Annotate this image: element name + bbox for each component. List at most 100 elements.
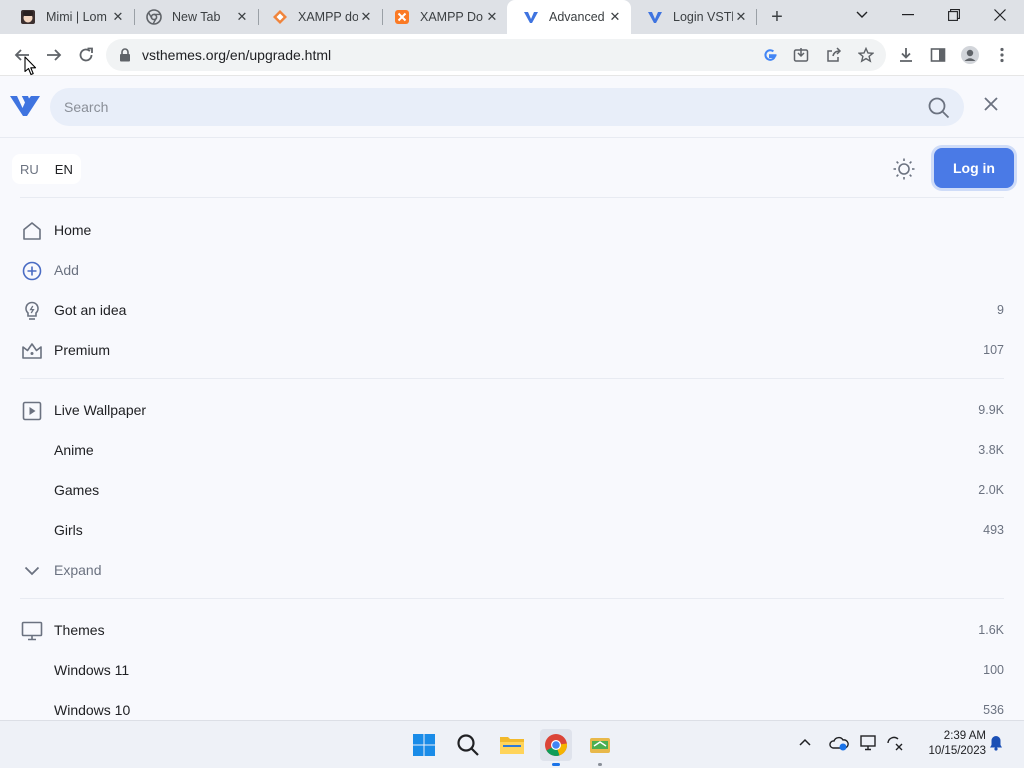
nav-count: 2.0K xyxy=(978,483,1004,497)
vsthemes-icon xyxy=(523,9,539,25)
nav-item-windows-10[interactable]: Windows 10 536 xyxy=(0,690,1024,720)
sun-icon[interactable] xyxy=(892,157,916,186)
close-icon[interactable]: ✕ xyxy=(484,9,500,25)
profile-icon xyxy=(961,46,979,64)
play-square-icon xyxy=(21,400,43,422)
mouse-cursor-icon xyxy=(24,56,38,81)
page-content: RU EN Log in Home Add Got an idea 9 Prem… xyxy=(0,76,1024,720)
language-switcher: RU EN xyxy=(12,154,81,184)
tab-new-tab[interactable]: New Tab ✕ xyxy=(130,0,258,34)
nav-item-home[interactable]: Home xyxy=(0,210,1024,250)
clock-date: 10/15/2023 xyxy=(928,745,986,757)
profile-button[interactable] xyxy=(956,41,984,69)
clock-time: 2:39 AM xyxy=(943,730,986,742)
lang-en-button[interactable]: EN xyxy=(47,162,81,177)
tab-xampp-docs-2[interactable]: XAMPP Do ✕ xyxy=(378,0,508,34)
restore-button[interactable] xyxy=(932,0,976,30)
side-panel-button[interactable] xyxy=(924,41,952,69)
nav-item-live-wallpaper[interactable]: Live Wallpaper 9.9K xyxy=(0,390,1024,430)
onedrive-icon[interactable] xyxy=(829,735,849,756)
search-bar[interactable] xyxy=(50,88,964,126)
close-icon[interactable]: ✕ xyxy=(110,9,126,25)
url-text[interactable]: vsthemes.org/en/upgrade.html xyxy=(142,47,331,63)
nav-item-girls[interactable]: Girls 493 xyxy=(0,510,1024,550)
app-taskbar-button[interactable] xyxy=(584,729,616,766)
nav-item-premium[interactable]: Premium 107 xyxy=(0,330,1024,370)
download-icon xyxy=(900,48,912,62)
nav-item-games[interactable]: Games 2.0K xyxy=(0,470,1024,510)
reload-button[interactable] xyxy=(72,41,100,69)
vsthemes-icon xyxy=(647,9,663,25)
network-icon[interactable] xyxy=(886,735,904,756)
search-icon[interactable] xyxy=(928,97,950,124)
tab-advanced[interactable]: Advanced ✕ xyxy=(507,0,631,34)
nav-item-windows-11[interactable]: Windows 11 100 xyxy=(0,650,1024,690)
reload-icon xyxy=(79,47,93,62)
system-clock[interactable]: 2:39 AM 10/15/2023 xyxy=(914,729,986,759)
nav-count: 1.6K xyxy=(978,623,1004,637)
google-lens-icon[interactable] xyxy=(756,41,784,69)
notification-bell-icon[interactable] xyxy=(989,735,1003,756)
start-button[interactable] xyxy=(408,729,440,761)
search-input[interactable] xyxy=(64,88,914,126)
close-icon[interactable]: ✕ xyxy=(607,9,623,25)
windows-taskbar: 2:39 AM 10/15/2023 xyxy=(0,720,1024,768)
xampp-diamond-icon xyxy=(272,9,288,25)
tab-title: Login VSTh xyxy=(673,10,733,24)
chrome-taskbar-button[interactable] xyxy=(540,729,572,766)
login-button[interactable]: Log in xyxy=(934,148,1014,188)
share-icon[interactable] xyxy=(820,41,848,69)
tab-login-vsthemes[interactable]: Login VSTh ✕ xyxy=(631,0,757,34)
address-bar[interactable]: vsthemes.org/en/upgrade.html xyxy=(106,39,886,71)
file-explorer-button[interactable] xyxy=(496,729,528,761)
nav-label: Live Wallpaper xyxy=(54,402,147,418)
nav-count: 493 xyxy=(983,523,1004,537)
nav-item-themes[interactable]: Themes 1.6K xyxy=(0,610,1024,650)
taskbar-search-button[interactable] xyxy=(452,729,484,761)
nav-item-anime[interactable]: Anime 3.8K xyxy=(0,430,1024,470)
close-icon[interactable]: ✕ xyxy=(358,9,374,25)
chrome-icon xyxy=(545,734,567,756)
nav-label: Games xyxy=(54,482,100,498)
lightbulb-icon xyxy=(21,300,43,322)
nav-count: 9.9K xyxy=(978,403,1004,417)
minimize-button[interactable] xyxy=(886,0,930,30)
downloads-button[interactable] xyxy=(892,41,920,69)
close-icon[interactable]: ✕ xyxy=(733,9,749,25)
forward-button[interactable] xyxy=(40,41,68,69)
running-app-indicator xyxy=(598,763,602,766)
nav-label: Girls xyxy=(54,522,83,538)
nav-item-got-an-idea[interactable]: Got an idea 9 xyxy=(0,290,1024,330)
lock-icon[interactable] xyxy=(119,48,131,67)
divider xyxy=(0,137,1024,138)
nav-label: Add xyxy=(54,262,79,278)
display-icon[interactable] xyxy=(860,735,878,756)
close-icon[interactable] xyxy=(984,97,998,116)
tab-mimi[interactable]: Mimi | Lom ✕ xyxy=(4,0,134,34)
new-tab-button[interactable]: + xyxy=(766,6,788,28)
xampp-icon xyxy=(394,9,410,25)
vsthemes-logo[interactable] xyxy=(10,94,40,123)
nav-item-add[interactable]: Add xyxy=(0,250,1024,290)
chevron-down-icon xyxy=(856,11,868,18)
nav-label: Anime xyxy=(54,442,94,458)
tab-xampp-docs-1[interactable]: XAMPP do ✕ xyxy=(256,0,382,34)
nav-label: Windows 10 xyxy=(54,702,131,718)
nav-label: Expand xyxy=(54,562,102,578)
close-window-button[interactable] xyxy=(978,0,1022,30)
menu-button[interactable] xyxy=(988,41,1016,69)
bookmark-star-icon[interactable] xyxy=(852,41,880,69)
monitor-icon xyxy=(21,620,43,642)
install-app-icon[interactable] xyxy=(787,41,815,69)
nav-count: 100 xyxy=(983,663,1004,677)
lang-ru-button[interactable]: RU xyxy=(12,162,47,177)
nav-count: 107 xyxy=(983,343,1004,357)
chevron-down-icon xyxy=(21,560,43,582)
tab-title: New Tab xyxy=(172,10,221,24)
tab-search-button[interactable] xyxy=(840,0,884,30)
chrome-icon xyxy=(146,9,162,25)
chevron-up-icon[interactable] xyxy=(798,735,812,754)
close-icon[interactable]: ✕ xyxy=(234,9,250,25)
nav-item-expand[interactable]: Expand xyxy=(0,550,1024,590)
nav-label: Windows 11 xyxy=(54,662,130,678)
